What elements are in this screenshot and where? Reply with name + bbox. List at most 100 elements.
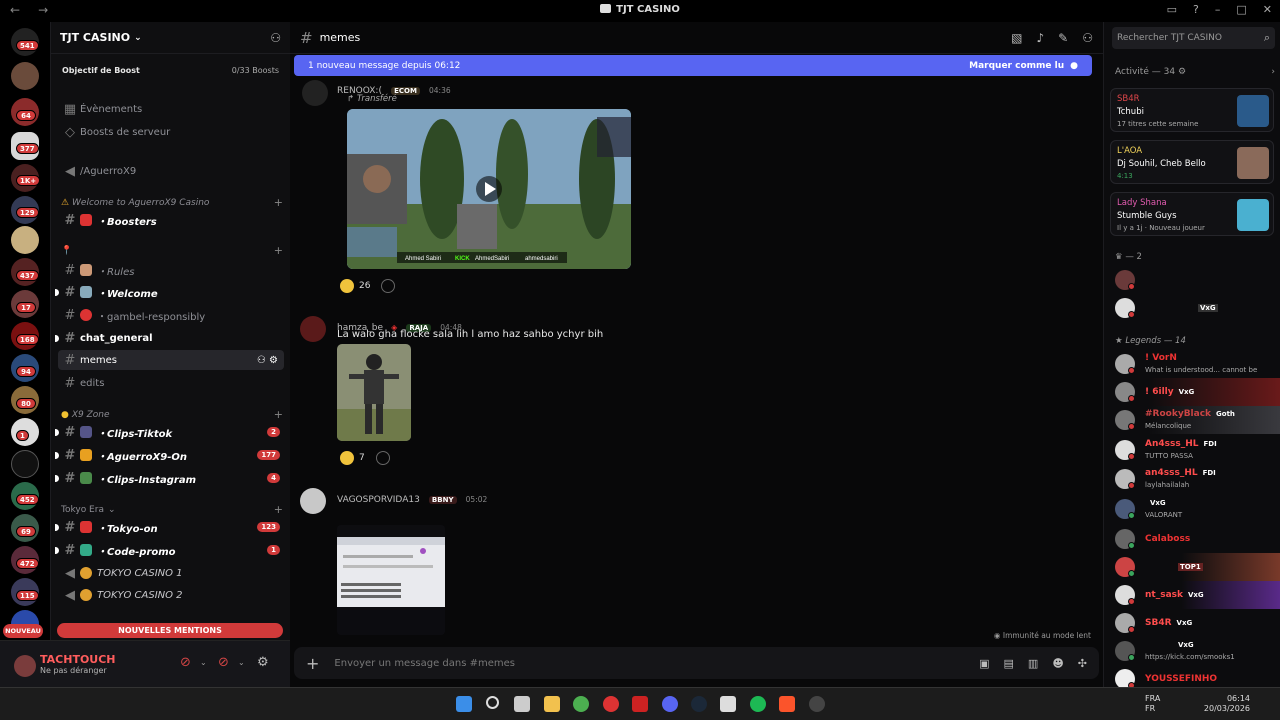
invite-icon[interactable]: ⚇ xyxy=(270,31,281,45)
channel-code-promo[interactable]: # ・Code-promo 1 xyxy=(55,540,284,560)
search-input[interactable]: Rechercher TJT CASINO ⌕ xyxy=(1112,27,1275,49)
member-row[interactable]: nt_sask VxG xyxy=(1115,581,1280,609)
username[interactable]: TACHTOUCH xyxy=(40,653,116,666)
discord-icon[interactable] xyxy=(662,696,678,712)
channel-welcome[interactable]: # ・Welcome xyxy=(55,282,284,302)
add-reaction-icon[interactable] xyxy=(375,451,390,465)
apps-icon[interactable]: ✣ xyxy=(1078,657,1087,670)
member-row[interactable]: An4sss_HL FDI TUTTO PASSA xyxy=(1115,436,1280,464)
channel-settings-icon[interactable]: ⚇ ⚙ xyxy=(257,355,278,366)
channel-chat-general[interactable]: # chat_general xyxy=(55,328,284,348)
member-row[interactable]: VxG VALORANT xyxy=(1115,495,1280,523)
add-channel-icon[interactable]: + xyxy=(274,196,283,209)
new-pill[interactable]: NOUVEAU xyxy=(3,624,43,638)
app-icon[interactable] xyxy=(809,696,825,712)
image-attachment[interactable] xyxy=(337,525,445,635)
server-header[interactable]: TJT CASINO ⌄ ⚇ xyxy=(51,22,290,54)
member-row[interactable]: VxG xyxy=(1115,294,1280,322)
category-x9-zone[interactable]: ● X9 Zone + xyxy=(61,408,283,421)
brave-icon[interactable] xyxy=(779,696,795,712)
laughing-emoji-icon[interactable] xyxy=(340,279,354,293)
channel-aguerro-on[interactable]: # ・AguerroX9-On 177 xyxy=(55,445,284,465)
threads-icon[interactable]: ▧ xyxy=(1011,31,1022,45)
avatar[interactable] xyxy=(300,316,326,342)
add-channel-icon[interactable]: + xyxy=(274,503,283,516)
boost-goal[interactable]: Objectif de Boost 0/33 Boosts xyxy=(58,59,283,81)
video-attachment[interactable]: Ahmed Sabiri KICK AhmedSabiri ahmedsabir… xyxy=(347,109,631,269)
channel-edits[interactable]: # edits xyxy=(58,373,284,393)
channel-boosters[interactable]: # ・Boosters xyxy=(58,210,284,230)
clock[interactable]: 06:14 20/03/2026 xyxy=(1204,694,1250,714)
opera-icon[interactable] xyxy=(603,696,619,712)
member-row[interactable]: TOP1 xyxy=(1115,553,1280,581)
gift-icon[interactable]: ▣ xyxy=(979,657,989,670)
gif-icon[interactable]: ▤ xyxy=(1004,657,1014,670)
avatar[interactable] xyxy=(300,488,326,514)
reaction-count[interactable]: 26 xyxy=(359,281,370,291)
app-icon[interactable] xyxy=(632,696,648,712)
activity-header[interactable]: Activité — 34 ⚙ › xyxy=(1115,67,1275,77)
voice-tokyo-2[interactable]: ◀ TOKYO CASINO 2 xyxy=(58,585,284,605)
avatar[interactable] xyxy=(14,655,36,677)
chrome-icon[interactable] xyxy=(573,696,589,712)
chevron-down-icon[interactable]: ⌄ xyxy=(200,658,207,667)
help-icon[interactable]: ? xyxy=(1193,3,1199,16)
avatar[interactable] xyxy=(302,80,328,106)
maximize-icon[interactable]: □ xyxy=(1236,3,1246,16)
app-icon[interactable] xyxy=(720,696,736,712)
category-welcome[interactable]: ⚠ Welcome to AguerroX9 Casino + xyxy=(61,196,283,209)
member-list-icon[interactable]: ⚇ xyxy=(1082,31,1093,45)
category-pin[interactable]: 📍 + xyxy=(61,244,283,257)
activity-card[interactable]: L'AOA Dj Souhil, Cheb Bello 4:13 xyxy=(1110,140,1274,184)
mark-as-read-button[interactable]: Marquer comme lu xyxy=(969,61,1064,71)
channel-tokyo-on[interactable]: # ・Tokyo-on 123 xyxy=(55,517,284,537)
channel-rules[interactable]: # ・Rules xyxy=(58,260,284,280)
mute-microphone-icon[interactable]: ⊘ xyxy=(180,655,191,670)
server-icon[interactable] xyxy=(11,62,39,90)
task-view-icon[interactable] xyxy=(514,696,530,712)
channel-gamble[interactable]: # ・gambel-responsibly xyxy=(58,305,284,325)
server-icon[interactable] xyxy=(11,450,39,478)
chevron-right-icon[interactable]: › xyxy=(1271,67,1275,77)
pin-icon[interactable]: ✎ xyxy=(1058,31,1068,45)
category-tokyo-era[interactable]: Tokyo Era ⌄ + xyxy=(61,503,283,516)
voice-tokyo-1[interactable]: ◀ TOKYO CASINO 1 xyxy=(58,563,284,583)
steam-icon[interactable] xyxy=(691,696,707,712)
close-icon[interactable]: ✕ xyxy=(1263,3,1272,16)
laughing-emoji-icon[interactable] xyxy=(340,451,354,465)
add-channel-icon[interactable]: + xyxy=(274,408,283,421)
events-link[interactable]: ▦ Évènements xyxy=(58,99,284,119)
member-row[interactable]: ! VorN What is understood... cannot be xyxy=(1115,350,1280,378)
settings-gear-icon[interactable]: ⚙ xyxy=(257,655,269,670)
member-row[interactable]: Calaboss xyxy=(1115,525,1280,553)
spotify-icon[interactable] xyxy=(750,696,766,712)
file-explorer-icon[interactable] xyxy=(544,696,560,712)
activity-card[interactable]: SB4R Tchubi 17 titres cette semaine xyxy=(1110,88,1274,132)
chevron-down-icon[interactable]: ⌄ xyxy=(238,658,245,667)
activity-card[interactable]: Lady Shana Stumble Guys Il y a 1j · Nouv… xyxy=(1110,192,1274,236)
voice-channel-aguerro[interactable]: ◀/AguerroX9 xyxy=(58,161,284,181)
channel-clips-tiktok[interactable]: # ・Clips-Tiktok 2 xyxy=(55,422,284,442)
member-row[interactable]: an4sss_HL FDI laylahailalah xyxy=(1115,465,1280,493)
member-row[interactable]: VxG https://kick.com/smooks1 xyxy=(1115,637,1280,665)
windows-start-icon[interactable] xyxy=(456,696,472,712)
inbox-icon[interactable]: ▭ xyxy=(1167,3,1177,16)
new-messages-banner[interactable]: 1 nouveau message depuis 06:12 Marquer c… xyxy=(294,55,1092,76)
member-row[interactable] xyxy=(1115,266,1280,294)
add-channel-icon[interactable]: + xyxy=(274,244,283,257)
message-input[interactable]: Envoyer un message dans #memes xyxy=(334,658,515,669)
minimize-icon[interactable]: – xyxy=(1215,3,1221,16)
add-reaction-icon[interactable] xyxy=(381,279,396,293)
image-attachment[interactable] xyxy=(337,344,411,441)
message-composer[interactable]: + Envoyer un message dans #memes ▣ ▤ ▥ ☻… xyxy=(294,647,1099,679)
deafen-icon[interactable]: ⊘ xyxy=(218,655,229,670)
member-row[interactable]: SB4R VxG xyxy=(1115,609,1280,637)
sticker-icon[interactable]: ▥ xyxy=(1028,657,1038,670)
add-attachment-icon[interactable]: + xyxy=(306,654,319,673)
member-row[interactable]: #RookyBlack Goth Mélancolique xyxy=(1115,406,1280,434)
channel-memes[interactable]: # memes ⚇ ⚙ xyxy=(58,350,284,370)
server-icon[interactable] xyxy=(11,226,39,254)
new-mentions-button[interactable]: NOUVELLES MENTIONS xyxy=(57,623,283,638)
server-boosts-link[interactable]: ◇ Boosts de serveur xyxy=(58,122,284,142)
reaction-count[interactable]: 7 xyxy=(359,453,365,463)
